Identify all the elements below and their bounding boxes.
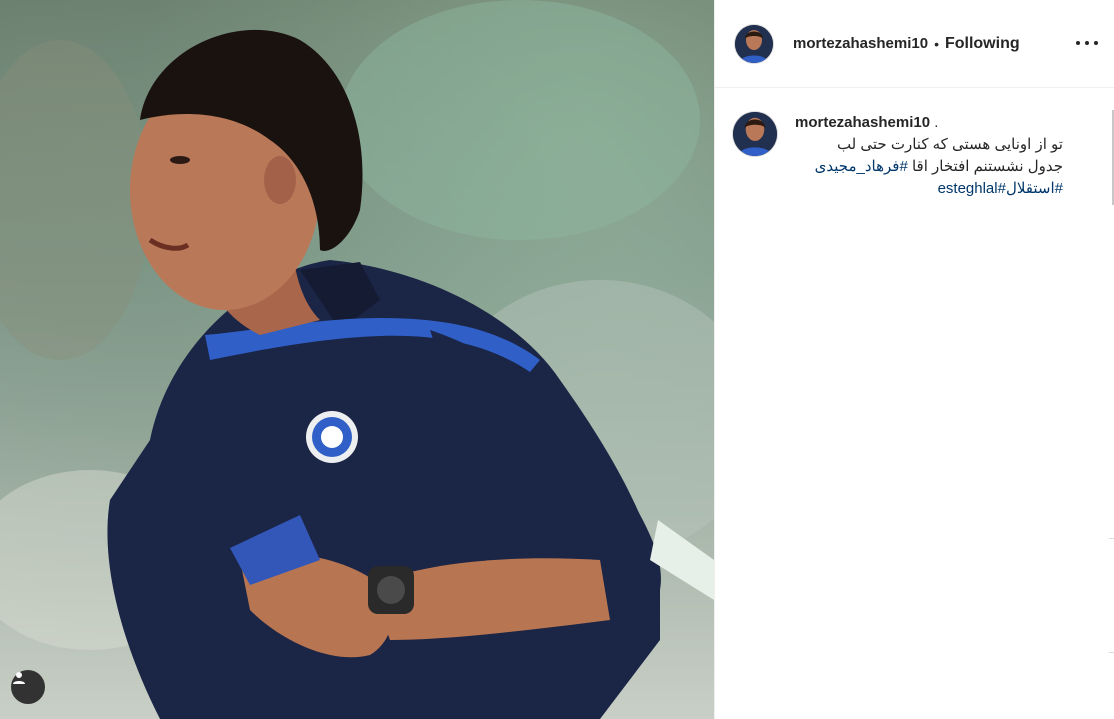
hashtag-farhad-majidi[interactable]: #فرهاد_مجیدی bbox=[815, 158, 908, 175]
avatar-image bbox=[735, 24, 773, 63]
divider bbox=[1109, 652, 1114, 653]
divider bbox=[1109, 538, 1114, 539]
caption-comment: mortezahashemi10 . تو از اونایی هستی که … bbox=[733, 112, 1094, 200]
more-options-icon[interactable] bbox=[1076, 32, 1098, 54]
hashtag-esteghlal-fa[interactable]: #استقلال bbox=[1006, 180, 1063, 197]
post-side-panel: mortezahashemi10 • Following mortezahash… bbox=[714, 0, 1114, 719]
comments-section: mortezahashemi10 . تو از اونایی هستی که … bbox=[715, 88, 1114, 200]
caption-author-avatar[interactable] bbox=[733, 112, 777, 156]
caption-suffix: . bbox=[934, 114, 939, 131]
post-header: mortezahashemi10 • Following bbox=[715, 0, 1114, 88]
caption-username[interactable]: mortezahashemi10 bbox=[795, 114, 930, 131]
author-username[interactable]: mortezahashemi10 bbox=[793, 35, 928, 52]
post-photo[interactable] bbox=[0, 0, 714, 719]
hashtag-esteghlal[interactable]: #esteghlal bbox=[938, 180, 1006, 197]
caption-line-1: تو از اونایی هستی که کنارت حتی لب bbox=[836, 136, 1063, 153]
caption-line-2: جدول نشستنم افتخار اقا #فرهاد_مجیدی bbox=[795, 156, 1063, 178]
comments-scrollbar[interactable] bbox=[1110, 110, 1114, 650]
caption-line-2-text: جدول نشستنم افتخار اقا bbox=[907, 158, 1063, 175]
caption-line-3: #استقلال#esteghlal bbox=[795, 178, 1063, 200]
separator-dot: • bbox=[934, 35, 939, 52]
author-avatar[interactable] bbox=[735, 24, 773, 63]
following-button[interactable]: Following bbox=[945, 35, 1020, 53]
tagged-users-button[interactable] bbox=[11, 670, 45, 704]
caption-text: mortezahashemi10 . تو از اونایی هستی که … bbox=[795, 112, 1063, 200]
avatar-image bbox=[733, 112, 777, 156]
player-illustration bbox=[0, 0, 714, 719]
user-tag-icon bbox=[13, 672, 25, 684]
